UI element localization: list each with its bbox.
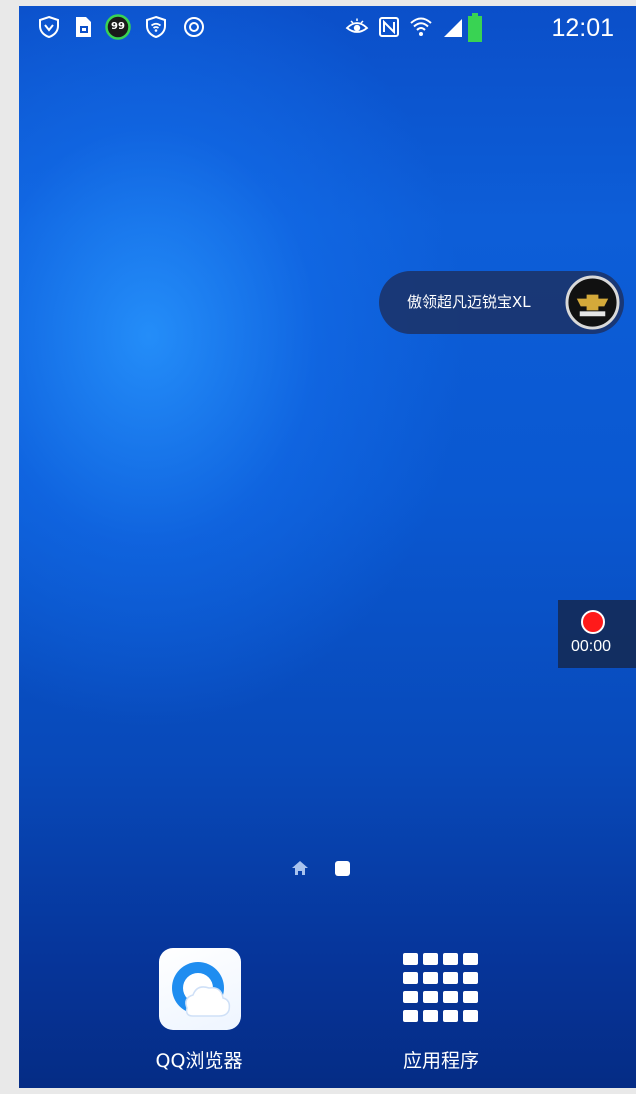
status-bar: 99 12:01 <box>19 6 636 50</box>
home-screen: 99 12:01 傲领超凡迈锐宝XL 00:00 QQ浏览器 应用程序 <box>19 6 636 1088</box>
grid-cell <box>463 1010 478 1022</box>
battery-icon <box>468 13 482 42</box>
app-drawer-grid-icon[interactable] <box>401 948 483 1030</box>
status-time: 12:01 <box>551 14 614 42</box>
battery-saver-badge: 99 <box>111 21 125 32</box>
signal-icon <box>444 19 462 37</box>
grid-cell <box>423 972 438 984</box>
grid-cell <box>443 972 458 984</box>
grid-cell <box>463 991 478 1003</box>
grid-cell <box>463 972 478 984</box>
sim-card-icon <box>76 17 91 37</box>
promo-text: 傲领超凡迈锐宝XL <box>407 293 531 311</box>
page-dot-icon[interactable] <box>335 861 350 876</box>
promo-widget[interactable]: 傲领超凡迈锐宝XL <box>379 271 624 334</box>
chevrolet-logo-icon <box>565 275 620 330</box>
grid-cell <box>443 953 458 965</box>
qq-browser-icon[interactable] <box>159 948 241 1030</box>
grid-cell <box>443 1010 458 1022</box>
recorder-time: 00:00 <box>570 638 612 655</box>
grid-cell <box>423 991 438 1003</box>
home-page-icon[interactable] <box>291 859 309 877</box>
nfc-icon <box>379 17 399 37</box>
screen-recorder-widget[interactable]: 00:00 <box>558 600 636 668</box>
grid-cell <box>403 991 418 1003</box>
dock-label-qq-browser: QQ浏览器 <box>155 1050 243 1072</box>
grid-cell <box>423 953 438 965</box>
eye-icon <box>345 18 369 33</box>
grid-cell <box>423 1010 438 1022</box>
dock-app-drawer[interactable]: 应用程序 <box>361 946 521 1086</box>
settings-circle-icon <box>184 17 204 37</box>
shield-vpn-icon <box>39 15 59 39</box>
grid-cell <box>443 991 458 1003</box>
grid-cell <box>403 972 418 984</box>
grid-cell <box>463 953 478 965</box>
dock-app-qq-browser[interactable]: QQ浏览器 <box>119 946 279 1086</box>
wifi-shield-icon <box>146 15 166 39</box>
dock-label-app-drawer: 应用程序 <box>402 1050 479 1072</box>
grid-cell <box>403 1010 418 1022</box>
grid-cell <box>403 953 418 965</box>
wifi-icon <box>410 17 432 36</box>
record-dot-icon[interactable] <box>581 610 605 634</box>
